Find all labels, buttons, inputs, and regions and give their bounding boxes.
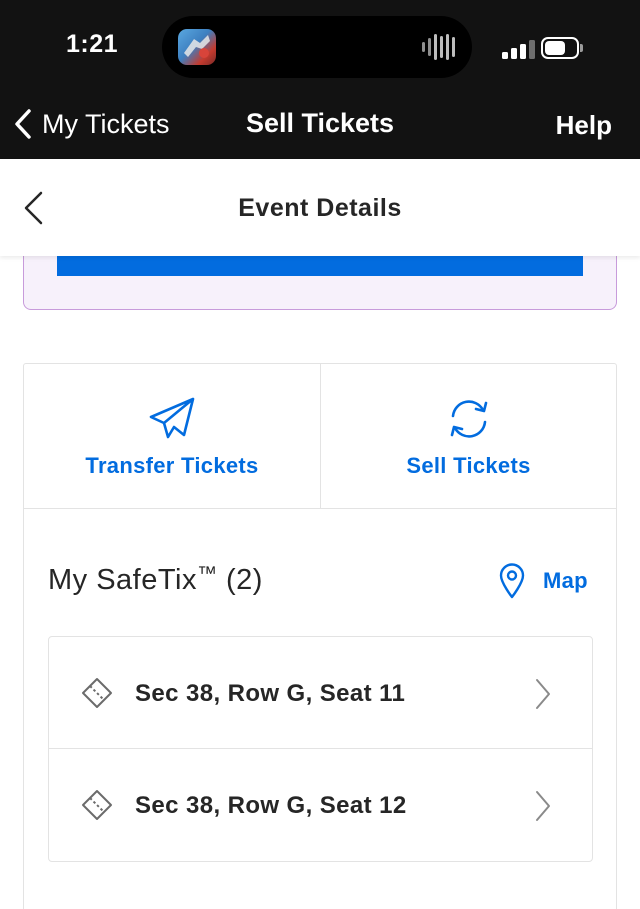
seat-row[interactable]: Sec 38, Row G, Seat 12 [49, 749, 592, 861]
sell-tickets-button[interactable]: Sell Tickets [321, 364, 616, 509]
audio-waveform-icon [422, 32, 458, 62]
status-bar: 1:21 [0, 0, 640, 92]
safetix-heading: My SafeTix™ (2) [48, 563, 263, 597]
cellular-signal-icon [502, 39, 536, 59]
main-content: Transfer Tickets Sell Tickets My SafeTix… [0, 246, 640, 909]
chevron-right-icon [536, 791, 550, 821]
ticket-icon [82, 678, 112, 708]
dynamic-island[interactable] [162, 16, 472, 78]
help-button[interactable]: Help [556, 110, 612, 141]
map-label: Map [543, 568, 588, 593]
sell-tickets-label: Sell Tickets [406, 453, 531, 478]
chevron-right-icon [536, 679, 550, 709]
battery-icon [541, 37, 579, 59]
ticket-icon [82, 790, 112, 820]
safetix-title-text: My SafeTix [48, 564, 197, 596]
paper-plane-icon [149, 397, 195, 439]
seat-label: Sec 38, Row G, Seat 12 [135, 792, 407, 819]
transfer-tickets-button[interactable]: Transfer Tickets [24, 364, 321, 509]
seat-list: Sec 38, Row G, Seat 11 Sec 38, Row G, Se… [48, 636, 593, 862]
map-pin-icon [499, 563, 525, 599]
top-nav-bar: My Tickets Sell Tickets Help [0, 92, 640, 159]
ticket-count: (2) [226, 564, 263, 596]
event-details-header: Event Details [0, 159, 640, 256]
trademark-symbol: ™ [196, 563, 218, 585]
status-time: 1:21 [66, 30, 119, 58]
ticket-actions-card: Transfer Tickets Sell Tickets My SafeTix… [23, 363, 617, 909]
refresh-icon [450, 400, 487, 438]
seat-label: Sec 38, Row G, Seat 11 [135, 680, 406, 707]
event-details-title: Event Details [238, 194, 402, 222]
now-playing-app-icon[interactable] [178, 29, 216, 65]
transfer-tickets-label: Transfer Tickets [85, 453, 259, 478]
battery-tip [580, 44, 583, 52]
seat-row[interactable]: Sec 38, Row G, Seat 11 [49, 637, 592, 749]
page-title: Sell Tickets [245, 108, 395, 138]
map-link[interactable]: Map [499, 561, 588, 601]
